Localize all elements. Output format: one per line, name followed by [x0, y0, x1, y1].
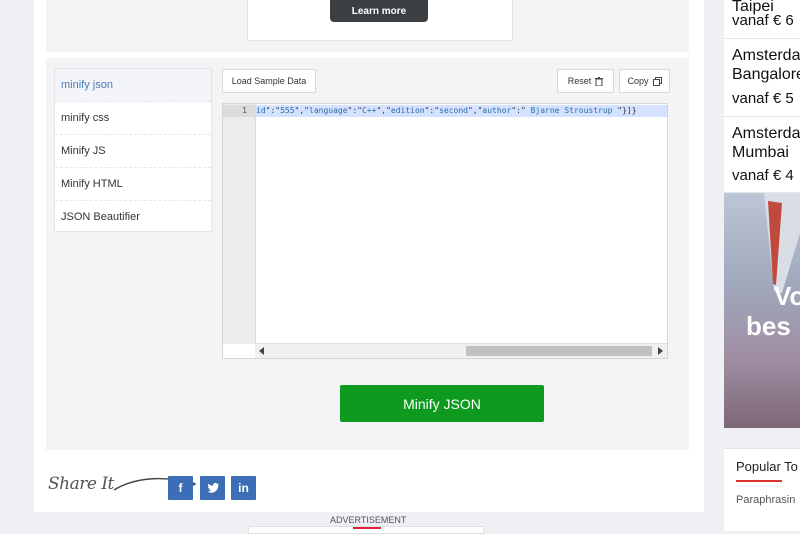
- tool-item-minify-html[interactable]: Minify HTML: [55, 168, 211, 201]
- line-number: 1: [242, 106, 247, 115]
- code-string-token: id: [256, 106, 266, 115]
- flight-city: Amsterdam: [732, 47, 800, 64]
- twitter-share-button[interactable]: [200, 476, 225, 500]
- copy-label: Copy: [627, 76, 649, 86]
- code-punctuation-token: ":": [424, 106, 440, 115]
- code-punctuation-token: ",": [294, 106, 309, 115]
- code-punctuation-token: ":": [511, 106, 526, 115]
- tool-list: minify json minify css Minify JS Minify …: [54, 68, 212, 232]
- reset-button[interactable]: Reset: [557, 69, 614, 93]
- minify-json-button[interactable]: Minify JSON: [340, 385, 544, 422]
- code-string-token: second: [439, 106, 468, 115]
- copy-button[interactable]: Copy: [619, 69, 670, 93]
- code-string-token: Bjarne Stroustrup: [525, 106, 618, 115]
- airline-promo-ad[interactable]: Vo bes: [724, 193, 800, 428]
- code-line[interactable]: id":"555","language":"C++","edition":"se…: [256, 105, 667, 117]
- popular-tools-title: Popular To: [736, 459, 798, 474]
- scrollbar-thumb[interactable]: [466, 346, 652, 356]
- flight-destination: Bangalore: [732, 66, 800, 83]
- top-ad-banner: Learn more: [247, 0, 513, 41]
- linkedin-share-button[interactable]: in: [231, 476, 256, 500]
- scroll-left-arrow-icon[interactable]: [259, 347, 264, 355]
- flight-ad-card[interactable]: Amsterdam Bangalore vanaf € 5: [724, 39, 800, 117]
- reset-label: Reset: [567, 76, 592, 86]
- code-string-token: C++: [361, 106, 377, 115]
- top-ad-area: Learn more: [46, 0, 689, 52]
- horizontal-scrollbar[interactable]: [255, 343, 667, 358]
- code-string-token: 555: [280, 106, 295, 115]
- popular-title-underline: [736, 480, 782, 482]
- learn-more-button[interactable]: Learn more: [330, 0, 428, 22]
- code-punctuation-token: ":": [347, 106, 362, 115]
- facebook-share-button[interactable]: f: [168, 476, 193, 500]
- flight-price: vanaf € 6: [732, 12, 794, 29]
- code-string-token: author: [482, 106, 512, 115]
- code-punctuation-token: ",": [376, 106, 391, 115]
- scroll-right-arrow-icon[interactable]: [658, 347, 663, 355]
- tool-item-minify-js[interactable]: Minify JS: [55, 135, 211, 168]
- promo-text-line1: Vo: [774, 281, 800, 311]
- code-punctuation-token: "}]}: [617, 106, 637, 115]
- main-card: Learn more minify json minify css Minify…: [34, 0, 704, 512]
- tool-item-minify-json[interactable]: minify json: [55, 69, 211, 102]
- flight-ad-card[interactable]: Taipei vanaf € 6: [724, 0, 800, 39]
- facebook-icon: f: [178, 481, 183, 495]
- flight-price: vanaf € 4: [732, 167, 794, 184]
- code-punctuation-token: ",": [467, 106, 483, 115]
- share-it-label: Share It: [48, 474, 114, 494]
- tool-item-json-beautifier[interactable]: JSON Beautifier: [55, 201, 211, 233]
- popular-tool-link[interactable]: Paraphrasin: [736, 494, 795, 506]
- popular-tools-widget: Popular To Paraphrasin: [724, 448, 800, 531]
- copy-icon: [652, 76, 662, 86]
- flight-ad-card[interactable]: Amsterdam Mumbai vanaf € 4: [724, 117, 800, 193]
- code-editor[interactable]: 1 id":"555","language":"C++","edition":"…: [222, 103, 668, 359]
- linkedin-icon: in: [238, 481, 249, 495]
- bottom-ad-banner: [248, 526, 484, 534]
- code-string-token: edition: [390, 106, 425, 115]
- line-gutter: 1: [223, 104, 256, 344]
- advertisement-label: ADVERTISEMENT: [330, 515, 407, 525]
- flight-destination: Mumbai: [732, 144, 789, 161]
- code-string-token: language: [309, 106, 348, 115]
- right-sidebar-ads: Taipei vanaf € 6 Amsterdam Bangalore van…: [724, 0, 800, 531]
- active-line-gutter-highlight: [223, 105, 255, 117]
- load-sample-data-label: Load Sample Data: [231, 76, 307, 86]
- tool-item-minify-css[interactable]: minify css: [55, 102, 211, 135]
- bottom-ad-accent: [353, 527, 381, 529]
- load-sample-data-button[interactable]: Load Sample Data: [222, 69, 316, 93]
- promo-text-line2: bes: [746, 311, 791, 341]
- trash-icon: [595, 76, 604, 86]
- flight-city: Amsterdam: [732, 125, 800, 142]
- twitter-icon: [206, 483, 219, 493]
- flight-price: vanaf € 5: [732, 90, 794, 107]
- code-punctuation-token: ":": [265, 106, 281, 115]
- tool-area: minify json minify css Minify JS Minify …: [46, 58, 689, 450]
